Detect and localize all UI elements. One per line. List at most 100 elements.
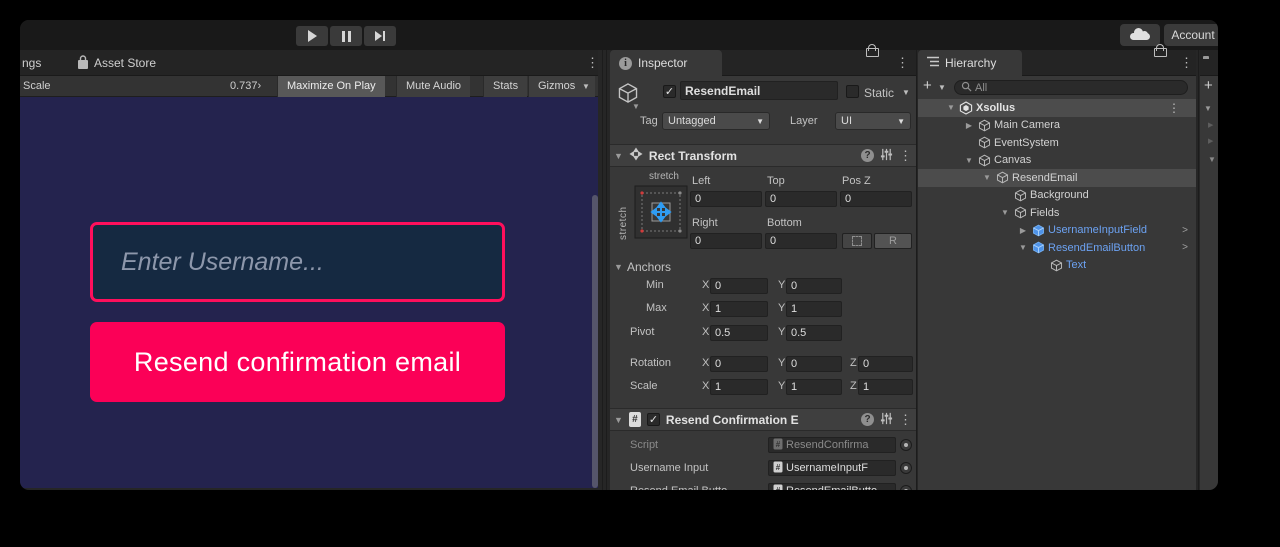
rt-max-x-field[interactable]: 1 (710, 301, 768, 317)
left-field[interactable]: 0 (690, 191, 762, 207)
mute-audio-button[interactable]: Mute Audio (396, 76, 470, 97)
project-foldout-icon[interactable]: ▼ (1204, 104, 1212, 113)
active-checkbox[interactable]: ✓ (663, 85, 676, 98)
hierarchy-item-text[interactable]: Text (918, 257, 1196, 275)
rect-transform-header[interactable]: ▼ Rect Transform ? ⋮ (610, 144, 916, 167)
tag-label: Tag (640, 115, 658, 127)
expand-arrow-icon[interactable]: ▼ (1016, 243, 1030, 252)
scene-kebab-icon[interactable]: ⋮ (1168, 101, 1180, 115)
left-label: Left (692, 175, 710, 187)
hierarchy-item-label: UsernameInputField (1046, 224, 1147, 236)
rt-scale-x-field[interactable]: 1 (710, 379, 768, 395)
rt-row-label: Max (646, 302, 667, 314)
hierarchy-item-canvas[interactable]: ▼ Canvas (918, 152, 1196, 170)
bottom-field[interactable]: 0 (765, 233, 837, 249)
help-icon[interactable]: ? (861, 413, 874, 426)
anchor-preset-widget[interactable] (634, 185, 688, 242)
rect-transform-kebab-icon[interactable]: ⋮ (899, 149, 912, 162)
hierarchy-item-eventsystem[interactable]: EventSystem (918, 134, 1196, 152)
posz-field[interactable]: 0 (840, 191, 912, 207)
expand-arrow-icon[interactable]: ▶ (962, 121, 976, 130)
project-foldout-icon[interactable]: ▼ (1208, 155, 1216, 164)
object-picker-icon[interactable] (900, 462, 912, 474)
anchors-foldout-icon[interactable]: ▼ (614, 262, 623, 272)
tab-asset-store[interactable]: Asset Store (94, 56, 156, 70)
object-reference-field[interactable]: #ResendConfirma (768, 437, 896, 453)
blueprint-mode-button[interactable] (842, 233, 872, 249)
game-tab-kebab-icon[interactable]: ⋮ (586, 56, 599, 69)
game-scrollbar[interactable] (592, 195, 598, 488)
expand-arrow-icon[interactable]: ▼ (944, 103, 958, 112)
hierarchy-kebab-icon[interactable]: ⋮ (1180, 56, 1193, 69)
rt-scale-y-field[interactable]: 1 (786, 379, 842, 395)
expand-arrow-icon[interactable]: ▶ (1016, 226, 1030, 235)
project-add-button[interactable]: + (1204, 77, 1213, 94)
component-enabled-checkbox[interactable]: ✓ (647, 413, 660, 426)
rt-rotation-z-field[interactable]: 0 (858, 356, 913, 372)
inspector-kebab-icon[interactable]: ⋮ (896, 56, 909, 69)
hierarchy-item-xsollus[interactable]: ▼ Xsollus ⋮ (918, 99, 1196, 117)
account-button[interactable]: Account (1164, 24, 1218, 46)
resend-email-button[interactable]: Resend confirmation email (90, 322, 505, 402)
gameobject-name-field[interactable]: ResendEmail (680, 81, 838, 100)
rt-min-y-field[interactable]: 0 (786, 278, 842, 294)
hierarchy-search-input[interactable]: All (954, 80, 1188, 95)
static-checkbox[interactable] (846, 85, 859, 98)
open-prefab-chevron-icon[interactable]: > (1182, 242, 1188, 253)
create-object-caret-icon[interactable]: ▼ (938, 83, 946, 92)
account-label: Account (1171, 28, 1214, 42)
rt-rotation-x-field[interactable]: 0 (710, 356, 768, 372)
tag-dropdown[interactable]: Untagged▼ (662, 112, 770, 130)
top-field[interactable]: 0 (765, 191, 837, 207)
stats-button[interactable]: Stats (483, 76, 527, 97)
hierarchy-item-fields[interactable]: ▼Fields (918, 204, 1196, 222)
step-button[interactable] (364, 26, 396, 46)
object-picker-icon[interactable] (900, 439, 912, 451)
presets-icon[interactable] (880, 148, 893, 164)
expand-arrow-icon[interactable]: ▼ (962, 156, 976, 165)
rt-pivot-y-field[interactable]: 0.5 (786, 325, 842, 341)
object-reference-field[interactable]: #ResendEmailButto (768, 483, 896, 490)
rt-scale-z-field[interactable]: 1 (858, 379, 913, 395)
hierarchy-item-resendemailbutton[interactable]: ▼ResendEmailButton> (918, 239, 1196, 257)
object-picker-icon[interactable] (900, 485, 912, 490)
hierarchy-item-main-camera[interactable]: ▶Main Camera (918, 117, 1196, 135)
hierarchy-item-background[interactable]: Background (918, 187, 1196, 205)
gizmos-caret-icon[interactable]: ▼ (582, 82, 590, 91)
svg-text:#: # (776, 463, 781, 472)
rt-pivot-x-field[interactable]: 0.5 (710, 325, 768, 341)
axis-label: Y (778, 357, 785, 369)
pause-button[interactable] (330, 26, 362, 46)
tab-partial-settings[interactable]: ngs (22, 56, 41, 70)
tab-hierarchy[interactable]: Hierarchy (918, 50, 1022, 76)
create-object-button[interactable]: + (923, 77, 932, 94)
object-reference-field[interactable]: #UsernameInputF (768, 460, 896, 476)
hierarchy-item-resendemail[interactable]: ▼ResendEmail (918, 169, 1196, 187)
hierarchy-item-label: Canvas (992, 154, 1031, 166)
rt-rotation-y-field[interactable]: 0 (786, 356, 842, 372)
maximize-on-play-button[interactable]: Maximize On Play (277, 76, 385, 97)
play-button[interactable] (296, 26, 328, 46)
right-field[interactable]: 0 (690, 233, 762, 249)
dock-divider (606, 50, 607, 490)
open-prefab-chevron-icon[interactable]: > (1182, 225, 1188, 236)
rt-min-x-field[interactable]: 0 (710, 278, 768, 294)
raw-mode-button[interactable]: R (874, 233, 912, 249)
script-component-kebab-icon[interactable]: ⋮ (899, 413, 912, 426)
foldout-icon[interactable]: ▼ (614, 151, 623, 161)
script-component-header[interactable]: ▼ # ✓ Resend Confirmation E ? ⋮ (610, 408, 916, 431)
hierarchy-item-label: Xsollus (974, 102, 1015, 114)
cloud-services-button[interactable] (1120, 24, 1160, 46)
username-input[interactable]: Enter Username... (90, 222, 505, 302)
layer-dropdown[interactable]: UI▼ (835, 112, 911, 130)
gameobject-icon-caret[interactable]: ▼ (632, 102, 640, 111)
tab-inspector[interactable]: i Inspector (610, 50, 722, 76)
expand-arrow-icon[interactable]: ▼ (998, 208, 1012, 217)
expand-arrow-icon[interactable]: ▼ (980, 173, 994, 182)
foldout-icon[interactable]: ▼ (614, 415, 623, 425)
hierarchy-item-usernameinputfield[interactable]: ▶ UsernameInputField > (918, 222, 1196, 240)
presets-icon[interactable] (880, 412, 893, 428)
static-caret-icon[interactable]: ▼ (902, 88, 910, 97)
rt-max-y-field[interactable]: 1 (786, 301, 842, 317)
help-icon[interactable]: ? (861, 149, 874, 162)
